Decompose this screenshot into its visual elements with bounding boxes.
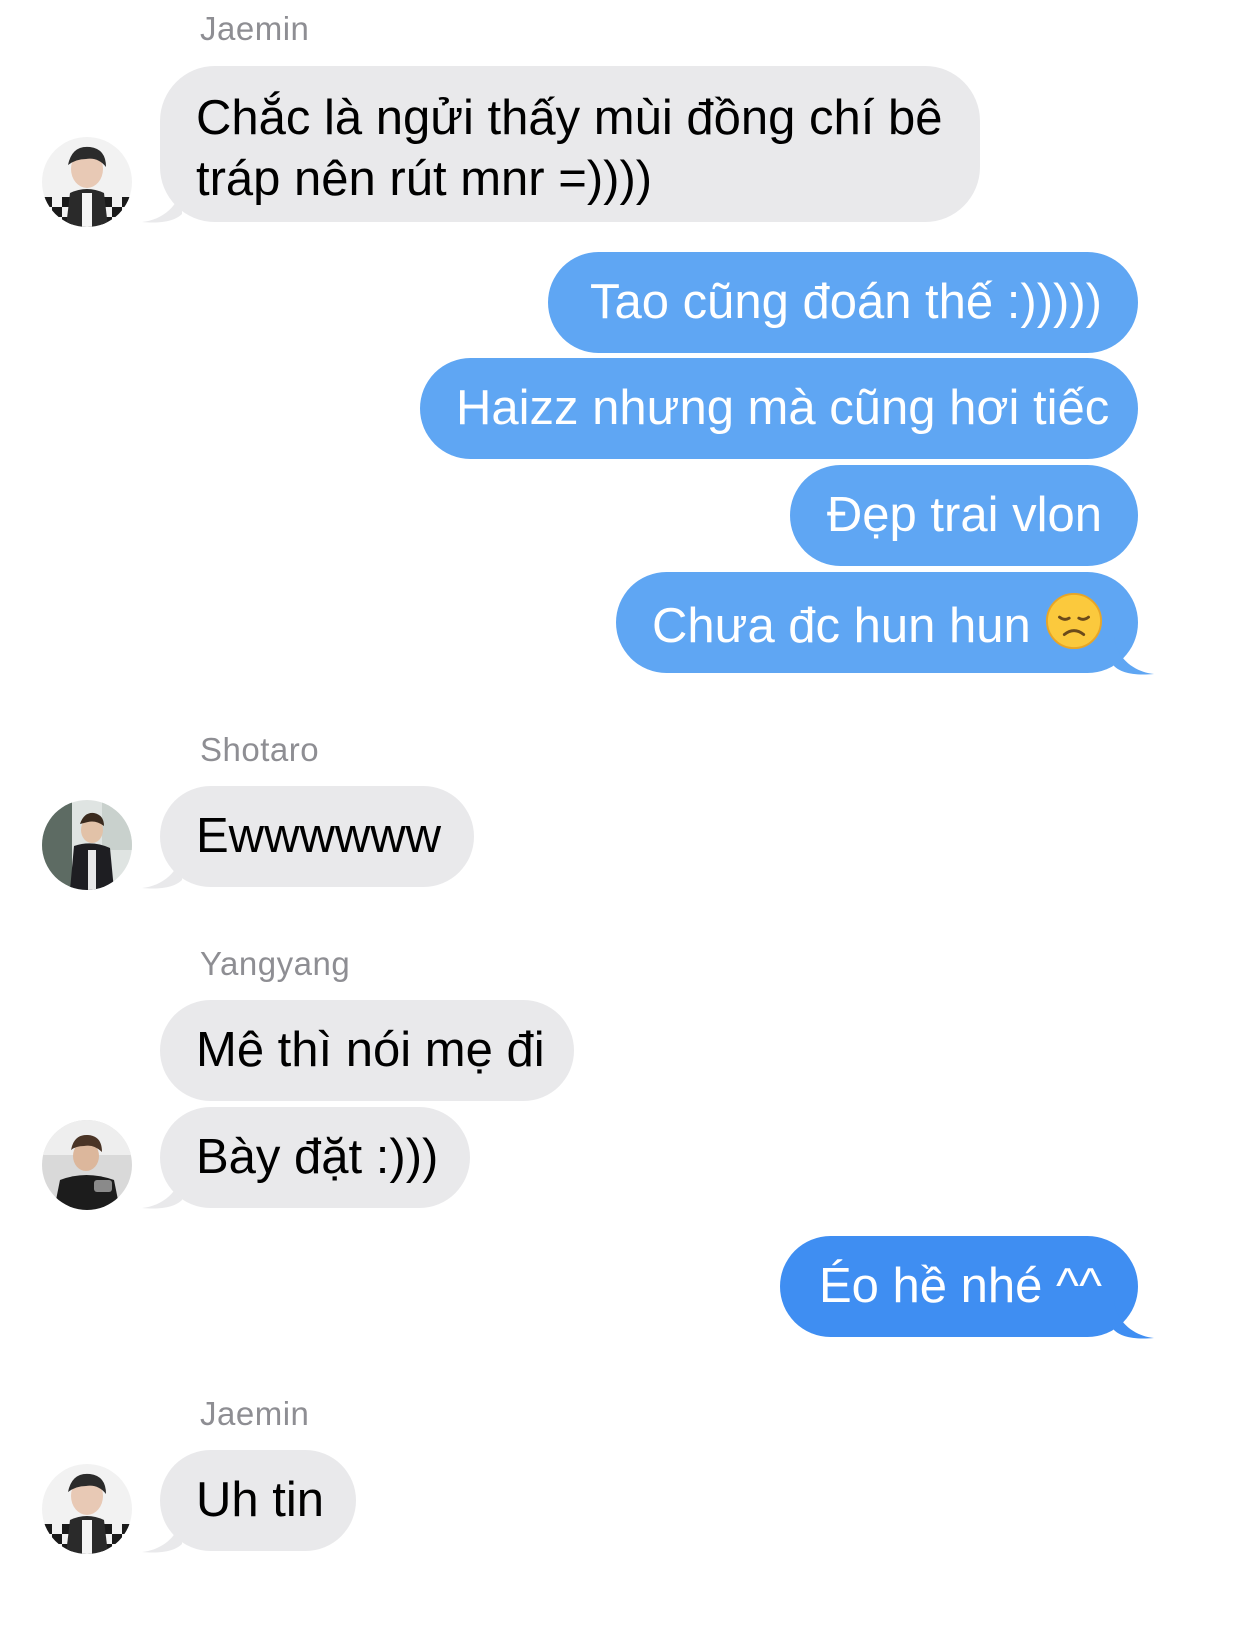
- message-bubble-incoming[interactable]: Uh tin: [160, 1450, 356, 1551]
- bubble-tail-incoming: [142, 1514, 182, 1553]
- message-bubble-outgoing[interactable]: Éo hề nhé ^^: [780, 1236, 1138, 1337]
- bubble-tail-incoming: [142, 1170, 182, 1209]
- avatar-jaemin[interactable]: [42, 137, 132, 227]
- sender-name-shotaro: Shotaro: [200, 731, 320, 768]
- bubble-tail-outgoing: [1114, 636, 1154, 675]
- bubble-tail-incoming: [142, 850, 182, 889]
- message-text: Đẹp trai vlon: [826, 488, 1102, 542]
- message-bubble-incoming[interactable]: Mê thì nói mẹ đi: [160, 1000, 574, 1101]
- bubble-tail-outgoing: [1114, 1300, 1154, 1339]
- disappointed-face-icon: [1045, 592, 1102, 650]
- message-text: Éo hề nhé ^^: [818, 1259, 1102, 1313]
- message-bubble-outgoing[interactable]: Chưa đc hun hun: [616, 572, 1138, 673]
- message-text: Tao cũng đoán thế :))))): [589, 275, 1102, 329]
- sender-name-yangyang: Yangyang: [200, 945, 351, 982]
- sender-name-jaemin: Jaemin: [200, 10, 310, 47]
- message-text: Ewwwwww: [196, 809, 441, 863]
- sender-name-jaemin: Jaemin: [200, 1395, 310, 1432]
- message-text-line: tráp nên rút mnr =)))): [196, 152, 653, 206]
- message-bubble-incoming[interactable]: Ewwwwww: [160, 786, 474, 887]
- message-text: Haizz nhưng mà cũng hơi tiếc: [456, 381, 1110, 435]
- avatar-image: [42, 800, 132, 890]
- avatar-image: [42, 137, 132, 227]
- avatar-jaemin[interactable]: [42, 1464, 132, 1554]
- avatar-yangyang[interactable]: [42, 1120, 132, 1210]
- message-bubble-outgoing[interactable]: Đẹp trai vlon: [790, 465, 1138, 566]
- message-text: Chưa đc hun hun: [652, 599, 1031, 653]
- message-text: Bày đặt :))): [196, 1130, 439, 1184]
- avatar-image: [42, 1120, 132, 1210]
- message-text: Mê thì nói mẹ đi: [196, 1023, 545, 1077]
- message-bubble-incoming[interactable]: Bày đặt :))): [160, 1107, 470, 1208]
- message-text: Uh tin: [196, 1473, 325, 1527]
- bubble-tail-incoming: [142, 184, 182, 223]
- avatar-image: [42, 1464, 132, 1554]
- avatar-shotaro[interactable]: [42, 800, 132, 890]
- message-bubble-outgoing[interactable]: Tao cũng đoán thế :))))): [548, 252, 1138, 353]
- message-bubble-outgoing[interactable]: Haizz nhưng mà cũng hơi tiếc: [420, 358, 1138, 459]
- message-bubble-incoming[interactable]: Chắc là ngửi thấy mùi đồng chí bê tráp n…: [160, 66, 980, 222]
- message-text-line: Chắc là ngửi thấy mùi đồng chí bê: [196, 91, 943, 145]
